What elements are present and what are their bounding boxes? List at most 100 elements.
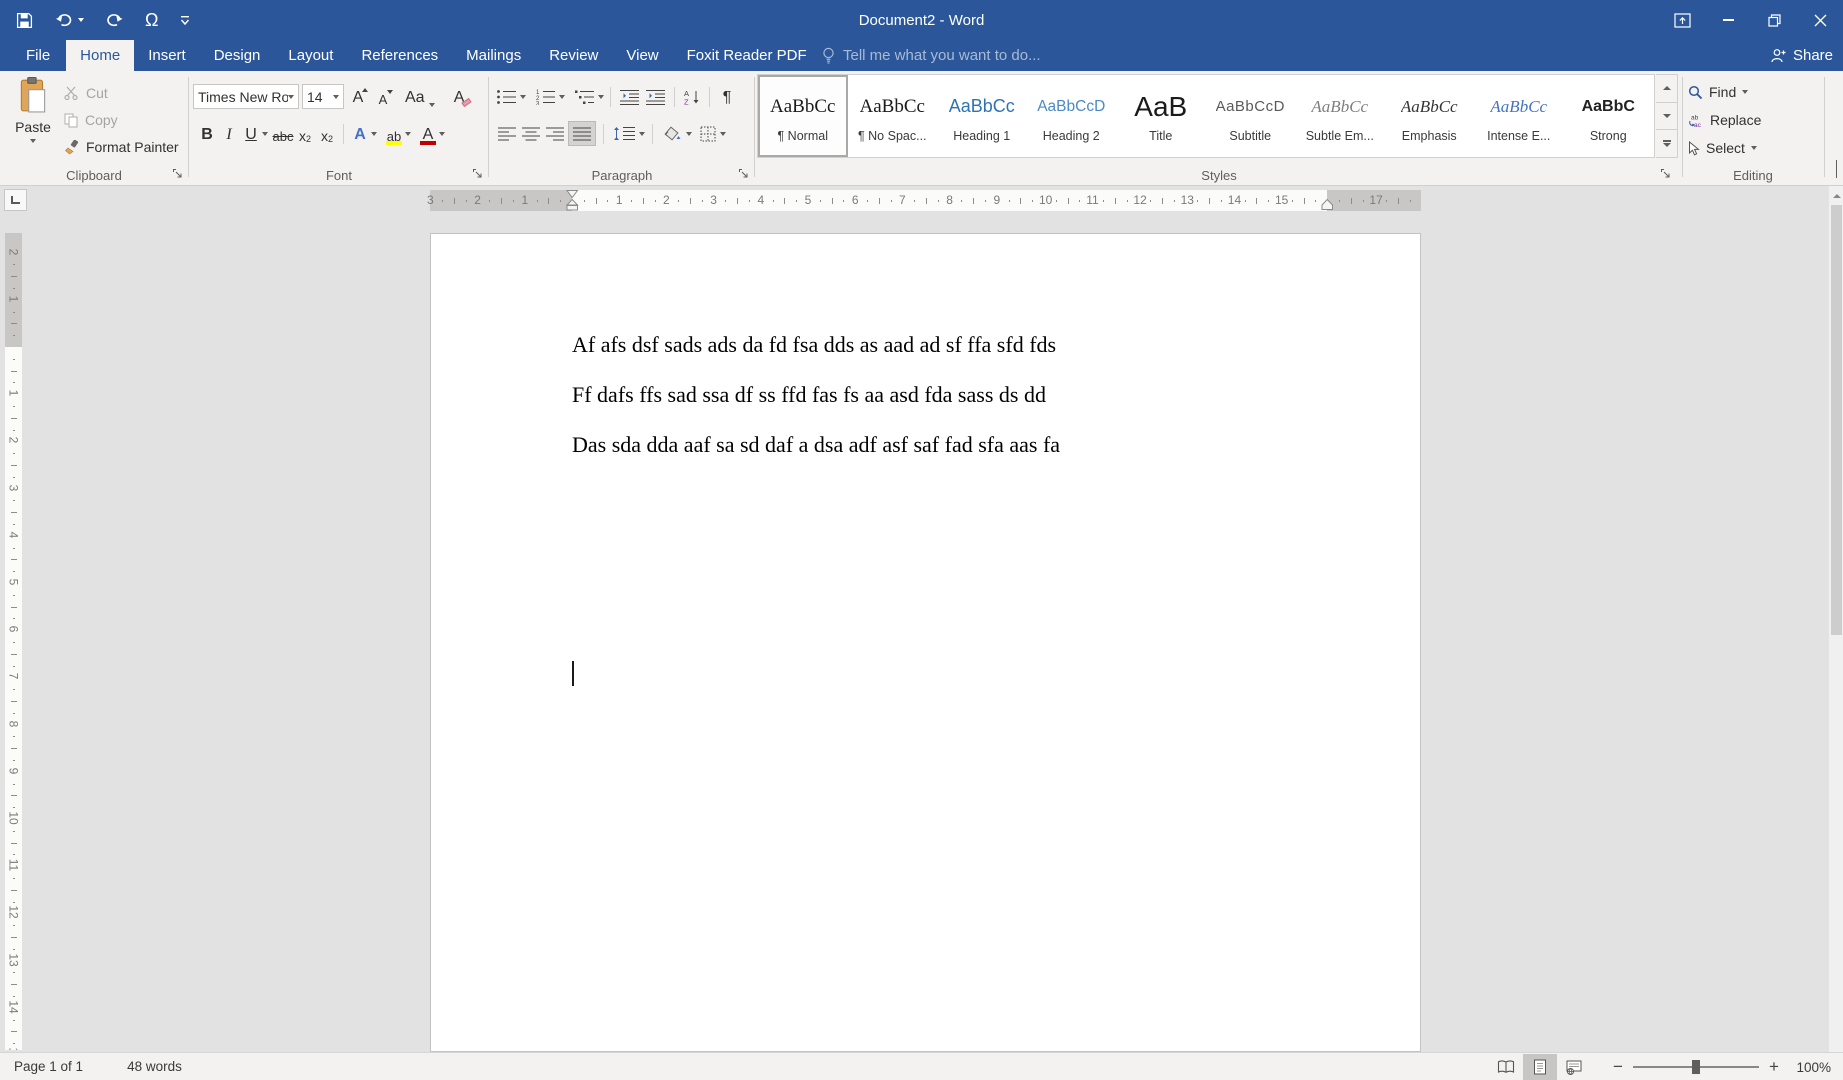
underline-dropdown-icon[interactable] [262,132,268,136]
style-item[interactable]: AaBbCc Emphasis [1385,75,1475,157]
style-item[interactable]: AaBbCc Heading 1 [937,75,1027,157]
text-highlight-button[interactable]: ab [383,121,405,146]
zoom-level[interactable]: 100% [1787,1060,1837,1075]
italic-button[interactable]: I [218,121,240,146]
vertical-scrollbar[interactable] [1828,186,1843,1052]
find-button[interactable]: Find [1688,80,1748,104]
right-indent-marker[interactable] [1321,199,1334,211]
collapse-ribbon-button[interactable] [1836,161,1837,179]
align-left-button[interactable] [496,121,518,146]
style-item[interactable]: AaB Title [1116,75,1206,157]
multilevel-list-dropdown-icon[interactable] [598,95,604,99]
style-item[interactable]: AaBbCc Intense E... [1474,75,1564,157]
clipboard-dialog-launcher[interactable] [172,168,184,180]
paragraph[interactable]: Das sda dda aaf sa sd daf a dsa adf asf … [572,431,1320,458]
bullets-button[interactable] [494,84,519,109]
font-dialog-launcher[interactable] [472,168,484,180]
style-item[interactable]: AaBbC Strong [1564,75,1654,157]
replace-button[interactable]: abac Replace [1688,108,1761,132]
ribbon-display-options-icon[interactable] [1659,0,1705,40]
read-mode-button[interactable] [1489,1054,1523,1080]
style-item[interactable]: AaBbCcD Heading 2 [1027,75,1117,157]
subscript-button[interactable]: x2 [294,121,316,146]
ribbon-tab[interactable]: Design [200,40,275,71]
text-effects-button[interactable]: A [349,121,371,146]
tab-file[interactable]: File [10,40,66,71]
ribbon-tab[interactable]: Mailings [452,40,535,71]
style-item[interactable]: AaBbCcD Subtitle [1206,75,1296,157]
zoom-out-button[interactable]: − [1605,1054,1631,1080]
font-size-dropdown-icon[interactable] [333,95,339,99]
multilevel-list-button[interactable] [572,84,597,109]
align-center-button[interactable] [520,121,542,146]
scrollbar-thumb[interactable] [1831,205,1842,635]
h-ruler[interactable]: 32112345678910111213141517 [430,190,1421,211]
web-layout-button[interactable] [1557,1054,1591,1080]
strikethrough-button[interactable]: abc [272,121,294,146]
zoom-slider[interactable] [1633,1066,1759,1068]
style-item[interactable]: AaBbCc ¶ No Spac... [848,75,938,157]
numbering-dropdown-icon[interactable] [559,95,565,99]
font-size-combobox[interactable]: 14 [302,84,344,109]
paste-dropdown-icon[interactable] [30,139,36,143]
document-text[interactable]: Af afs dsf sads ads da fd fsa dds as aad… [572,331,1320,481]
clear-formatting-button[interactable]: A [448,84,470,109]
show-formatting-marks-button[interactable]: ¶ [716,84,738,109]
zoom-slider-thumb[interactable] [1692,1060,1700,1074]
increase-indent-button[interactable] [643,84,668,109]
ribbon-tab[interactable]: View [612,40,672,71]
ribbon-tab[interactable]: References [347,40,452,71]
borders-dropdown-icon[interactable] [720,132,726,136]
text-highlight-dropdown-icon[interactable] [405,132,411,136]
styles-scroll-up-button[interactable] [1656,75,1677,103]
font-family-combobox[interactable]: Times New Roman [193,84,299,109]
shrink-font-button[interactable]: A [372,84,394,109]
style-item[interactable]: AaBbCc ¶ Normal [758,75,848,157]
styles-dialog-launcher[interactable] [1660,168,1672,180]
first-line-indent-marker[interactable] [566,190,579,199]
ribbon-tab[interactable]: Review [535,40,612,71]
tell-me-box[interactable]: Tell me what you want to do... [822,40,1041,71]
styles-more-button[interactable] [1656,130,1677,157]
sort-button[interactable]: AZ [681,84,703,109]
ribbon-tab[interactable]: Foxit Reader PDF [673,40,821,71]
format-painter-button[interactable]: Format Painter [64,136,179,158]
line-spacing-button[interactable] [611,121,637,146]
justify-button[interactable] [568,121,596,146]
numbering-button[interactable]: 123 [533,84,558,109]
restore-button[interactable] [1751,0,1797,40]
change-case-button[interactable]: Aa [405,84,435,109]
v-ruler[interactable]: 21123456789101112131415 [5,233,22,1050]
zoom-in-button[interactable]: + [1761,1054,1787,1080]
hanging-indent-marker[interactable] [566,199,579,211]
align-right-button[interactable] [544,121,566,146]
underline-button[interactable]: U [240,121,262,146]
caret-line[interactable] [572,661,574,687]
find-dropdown-icon[interactable] [1742,90,1748,94]
ribbon-tab[interactable]: Layout [274,40,347,71]
select-button[interactable]: Select [1688,136,1757,160]
paragraph-dialog-launcher[interactable] [738,168,750,180]
scrollbar-up-icon[interactable] [1829,188,1843,203]
paste-button[interactable]: Paste [8,77,58,169]
tab-stop-selector[interactable] [4,189,27,211]
ribbon-tab[interactable]: Home [66,40,134,71]
share-button[interactable]: Share [1771,40,1833,71]
word-count-status[interactable]: 48 words [117,1053,192,1080]
ribbon-tab[interactable]: Insert [134,40,200,71]
paragraph[interactable]: Ff dafs ffs sad ssa df ss ffd fas fs aa … [572,381,1320,408]
style-item[interactable]: AaBbCc Subtle Em... [1295,75,1385,157]
line-spacing-dropdown-icon[interactable] [639,132,645,136]
superscript-button[interactable]: x2 [316,121,338,146]
shading-button[interactable] [660,121,684,146]
font-color-dropdown-icon[interactable] [439,132,445,136]
styles-scroll-down-button[interactable] [1656,103,1677,131]
minimize-button[interactable] [1705,0,1751,40]
copy-button[interactable]: Copy [64,109,118,131]
select-dropdown-icon[interactable] [1751,146,1757,150]
bullets-dropdown-icon[interactable] [520,95,526,99]
grow-font-button[interactable]: A [347,84,369,109]
font-color-button[interactable]: A [417,121,439,146]
print-layout-button[interactable] [1523,1054,1557,1080]
paragraph[interactable]: Af afs dsf sads ads da fd fsa dds as aad… [572,331,1320,358]
